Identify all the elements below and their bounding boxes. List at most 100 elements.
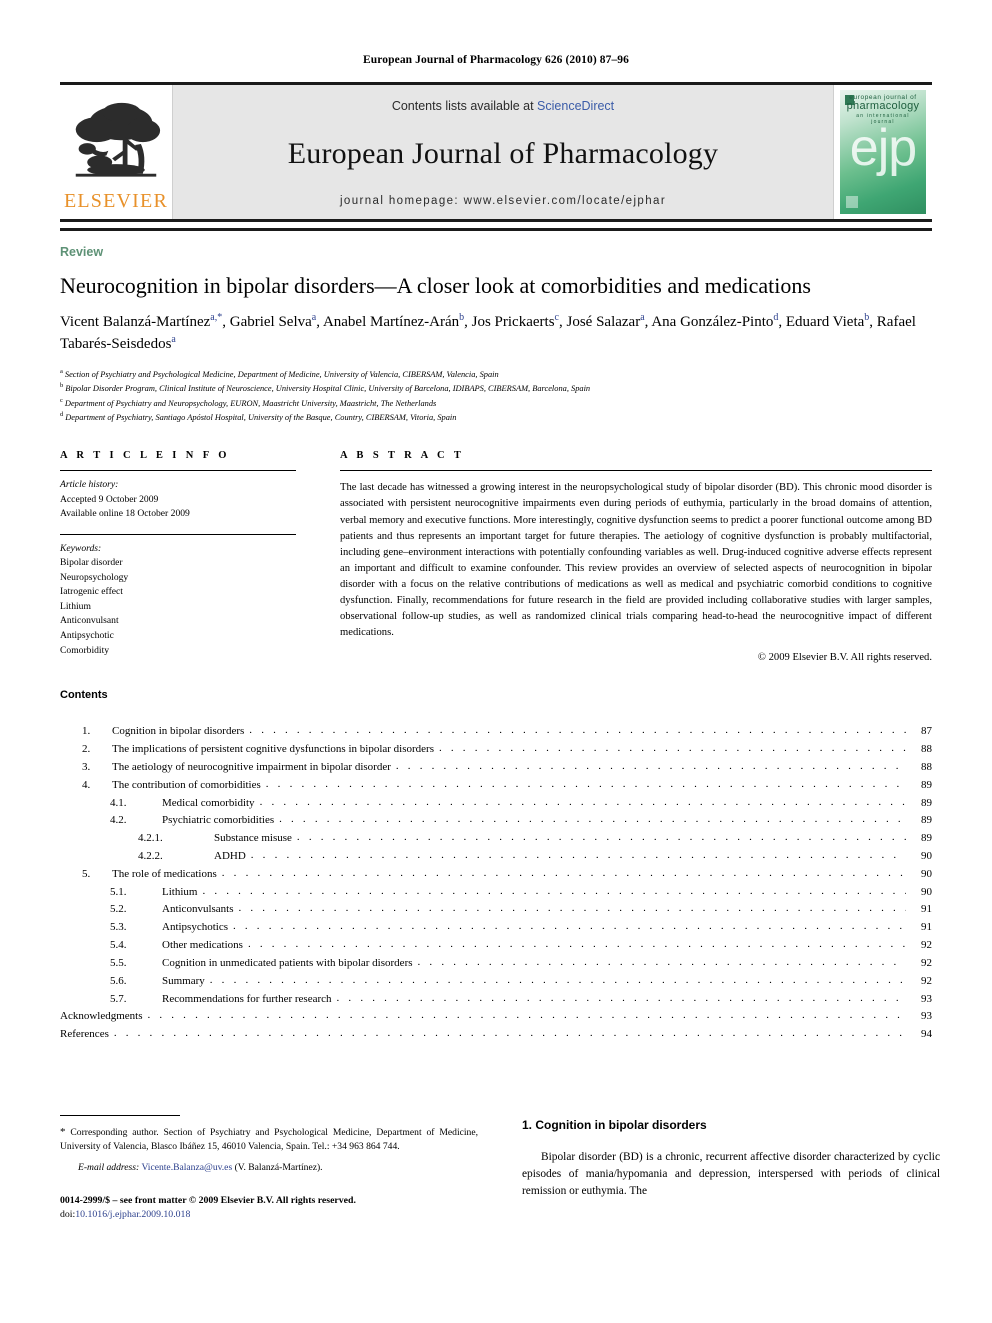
imprint-line: 0014-2999/$ – see front matter © 2009 El… bbox=[60, 1194, 356, 1206]
toc-entry-number: 4.2.2. bbox=[138, 850, 163, 863]
keywords-block: Keywords: Bipolar disorder Neuropsycholog… bbox=[60, 542, 296, 659]
toc-entry-page: 91 bbox=[921, 903, 932, 916]
keyword-item: Iatrogenic effect bbox=[60, 586, 123, 598]
toc-entry-number: 5.6. bbox=[110, 974, 127, 987]
toc-entry-label: References bbox=[60, 1028, 109, 1041]
section-1-column: 1. Cognition in bipolar disorders Bipola… bbox=[522, 1100, 940, 1222]
toc-entry-number: 3. bbox=[82, 760, 91, 773]
sciencedirect-link[interactable]: ScienceDirect bbox=[537, 99, 614, 113]
toc-entry[interactable]: 4.1. Medical comorbidity . . . . . . . . .… bbox=[60, 795, 932, 813]
corresponding-author-star: * bbox=[60, 1126, 66, 1138]
journal-cover-thumbnail[interactable]: european journal of pharmacology an inte… bbox=[833, 85, 932, 219]
article-history-item: Accepted 9 October 2009 bbox=[60, 493, 159, 505]
toc-entry[interactable]: 5.7. Recommendations for further research… bbox=[60, 991, 932, 1009]
toc-entry[interactable]: 2. The implications of persistent cogniti… bbox=[60, 741, 932, 759]
toc-entry[interactable]: Acknowledgments . . . . . . . . . . . . .… bbox=[60, 1008, 932, 1026]
elsevier-tree-icon bbox=[75, 102, 161, 177]
author-name: Ana González-Pinto bbox=[651, 314, 774, 331]
affiliation-list: a Section of Psychiatry and Psychological… bbox=[60, 367, 932, 425]
toc-entry[interactable]: 3. The aetiology of neurocognitive impair… bbox=[60, 759, 932, 777]
affiliation-item: b Bipolar Disorder Program, Clinical Inst… bbox=[60, 381, 932, 395]
running-head: European Journal of Pharmacology 626 (20… bbox=[363, 54, 629, 66]
elsevier-logo[interactable]: ELSEVIER bbox=[60, 85, 173, 219]
keywords-rule bbox=[60, 533, 296, 535]
cover-line-2: pharmacology bbox=[846, 100, 920, 112]
toc-entry[interactable]: 4.2.1. Substance misuse . . . . . . . . . … bbox=[60, 830, 932, 848]
toc-entry-number: 5.1. bbox=[110, 885, 127, 898]
toc-entry-label: Summary bbox=[162, 974, 205, 987]
cover-ejp-logo: ejp bbox=[849, 119, 917, 177]
toc-entry[interactable]: 5. The role of medications . . . . . . . .… bbox=[60, 866, 932, 884]
table-of-contents: 1. Cognition in bipolar disorders . . . . … bbox=[60, 723, 932, 1044]
affiliation-text: Section of Psychiatry and Psychological … bbox=[64, 369, 499, 379]
toc-entry[interactable]: 4.2. Psychiatric comorbidities . . . . . .… bbox=[60, 812, 932, 830]
keyword-item: Lithium bbox=[60, 600, 91, 612]
author-affiliation-mark: a,* bbox=[210, 312, 223, 324]
toc-entry[interactable]: 5.3. Antipsychotics . . . . . . . . . . . … bbox=[60, 919, 932, 937]
toc-entry-label: Acknowledgments bbox=[60, 1010, 143, 1023]
keyword-items: Bipolar disorder Neuropsychology Iatrogeni… bbox=[60, 556, 296, 658]
toc-entry-label: Cognition in bipolar disorders bbox=[112, 725, 245, 738]
toc-dot-leader: . . . . . . . . . . . . . . . . . . . . … bbox=[279, 813, 906, 826]
email-link[interactable]: Vicente.Balanza@uv.es bbox=[141, 1162, 232, 1173]
toc-dot-leader: . . . . . . . . . . . . . . . . . . . . … bbox=[395, 759, 906, 772]
article-history-block: Article history: Accepted 9 October 2009… bbox=[60, 478, 296, 521]
journal-masthead: ELSEVIER Contents lists available at Sci… bbox=[60, 82, 932, 222]
toc-entry-label: Cognition in unmedicated patients with b… bbox=[162, 956, 413, 969]
toc-entry-page: 87 bbox=[921, 725, 932, 738]
toc-entry[interactable]: 5.4. Other medications . . . . . . . . . .… bbox=[60, 937, 932, 955]
author-affiliation-mark: d bbox=[773, 312, 779, 324]
toc-entry[interactable]: 5.6. Summary . . . . . . . . . . . . . . .… bbox=[60, 973, 932, 991]
toc-dot-leader: . . . . . . . . . . . . . . . . . . . . … bbox=[417, 955, 906, 968]
email-label: E-mail address: bbox=[78, 1162, 140, 1174]
toc-entry-label: Other medications bbox=[162, 939, 243, 952]
toc-entry[interactable]: 4. The contribution of comorbidities . . .… bbox=[60, 777, 932, 795]
toc-entry-number: 4.2. bbox=[110, 814, 127, 827]
toc-dot-leader: . . . . . . . . . . . . . . . . . . . . … bbox=[250, 849, 906, 862]
section-1-heading: 1. Cognition in bipolar disorders bbox=[522, 1118, 707, 1132]
toc-dot-leader: . . . . . . . . . . . . . . . . . . . . … bbox=[247, 938, 906, 951]
page-title: Neurocognition in bipolar disorders—A cl… bbox=[60, 273, 811, 298]
toc-entry-number: 1. bbox=[82, 725, 91, 738]
toc-entry-page: 88 bbox=[921, 760, 932, 773]
toc-dot-leader: . . . . . . . . . . . . . . . . . . . . … bbox=[233, 920, 906, 933]
toc-dot-leader: . . . . . . . . . . . . . . . . . . . . … bbox=[113, 1027, 906, 1040]
article-type-label: Review bbox=[60, 245, 104, 259]
toc-entry-page: 89 bbox=[921, 778, 932, 791]
author-name: Gabriel Selva bbox=[229, 314, 312, 331]
keyword-item: Comorbidity bbox=[60, 644, 110, 656]
keyword-item: Neuropsychology bbox=[60, 571, 129, 583]
toc-dot-leader: . . . . . . . . . . . . . . . . . . . . … bbox=[221, 866, 906, 879]
section-1-paragraph: Bipolar disorder (BD) is a chronic, recu… bbox=[522, 1151, 940, 1198]
corresponding-author-text: Corresponding author. Section of Psychia… bbox=[60, 1127, 478, 1153]
footnote-column: * Corresponding author. Section of Psych… bbox=[60, 1100, 478, 1222]
toc-entry[interactable]: 5.1. Lithium . . . . . . . . . . . . . . .… bbox=[60, 884, 932, 902]
cover-barcode-icon bbox=[846, 196, 858, 208]
abstract-copyright: © 2009 Elsevier B.V. All rights reserved… bbox=[757, 652, 932, 664]
toc-entry[interactable]: 5.2. Anticonvulsants . . . . . . . . . . .… bbox=[60, 901, 932, 919]
toc-entry-label: The aetiology of neurocognitive impairme… bbox=[112, 760, 391, 773]
article-info-rule bbox=[60, 470, 296, 472]
toc-entry-label: Anticonvulsants bbox=[162, 903, 234, 916]
keyword-item: Bipolar disorder bbox=[60, 557, 123, 569]
affiliation-item: d Department of Psychiatry, Santiago Após… bbox=[60, 410, 932, 424]
author-affiliation-mark: c bbox=[554, 312, 559, 324]
masthead-center: Contents lists available at ScienceDirec… bbox=[173, 85, 833, 219]
toc-entry-page: 94 bbox=[921, 1028, 932, 1041]
toc-entry-label: The role of medications bbox=[112, 867, 217, 880]
abstract-rule bbox=[340, 470, 932, 472]
toc-entry[interactable]: 1. Cognition in bipolar disorders . . . . … bbox=[60, 723, 932, 741]
affiliation-text: Bipolar Disorder Program, Clinical Insti… bbox=[65, 383, 591, 393]
toc-entry-label: Antipsychotics bbox=[162, 921, 228, 934]
toc-entry[interactable]: References . . . . . . . . . . . . . . . … bbox=[60, 1026, 932, 1044]
affiliation-text: Department of Psychiatry and Neuropsycho… bbox=[64, 398, 437, 408]
toc-entry-label: The implications of persistent cognitive… bbox=[112, 743, 434, 756]
toc-entry[interactable]: 5.5. Cognition in unmedicated patients wi… bbox=[60, 955, 932, 973]
keywords-label: Keywords: bbox=[60, 542, 102, 554]
toc-entry-page: 92 bbox=[921, 939, 932, 952]
toc-entry-number: 5. bbox=[82, 867, 91, 880]
doi-link[interactable]: 10.1016/j.ejphar.2009.10.018 bbox=[75, 1209, 190, 1220]
author-affiliation-mark: a bbox=[171, 334, 176, 346]
toc-entry[interactable]: 4.2.2. ADHD . . . . . . . . . . . . . . . … bbox=[60, 848, 932, 866]
journal-homepage-link[interactable]: journal homepage: www.elsevier.com/locat… bbox=[340, 195, 666, 207]
